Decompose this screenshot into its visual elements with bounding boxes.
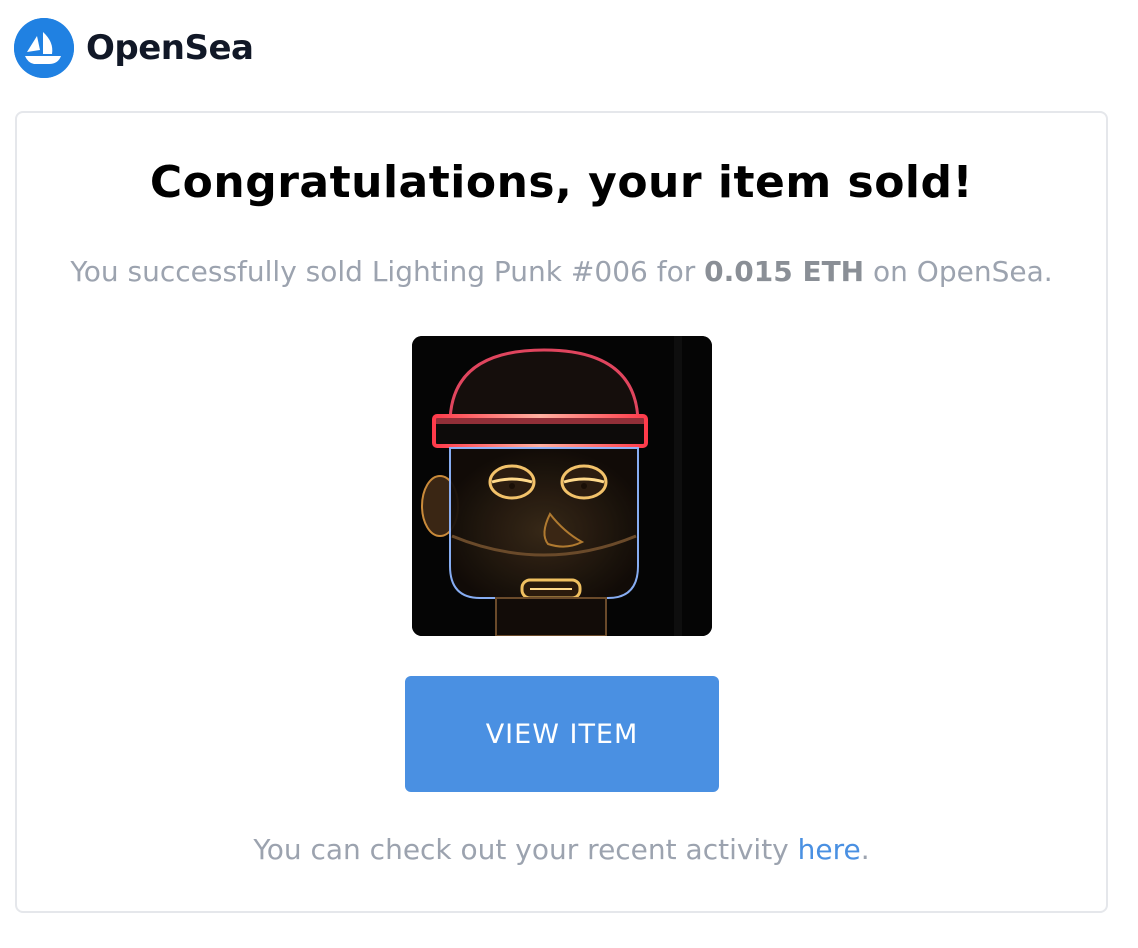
notification-card: Congratulations, your item sold! You suc… <box>15 111 1108 913</box>
footer-prefix: You can check out your recent activity <box>253 833 798 866</box>
opensea-ship-icon <box>14 18 74 78</box>
summary-prefix: You successfully sold Lighting Punk #006… <box>70 255 705 288</box>
view-item-button[interactable]: VIEW ITEM <box>405 676 719 792</box>
sale-summary: You successfully sold Lighting Punk #006… <box>17 255 1106 288</box>
activity-footer: You can check out your recent activity h… <box>17 833 1106 866</box>
footer-suffix: . <box>860 833 870 866</box>
recent-activity-link[interactable]: here <box>798 833 861 866</box>
email-header: OpenSea <box>14 18 254 78</box>
nft-neon-punk-image <box>412 336 712 636</box>
sale-price: 0.015 ETH <box>704 255 865 288</box>
headline: Congratulations, your item sold! <box>149 157 974 208</box>
brand-name: OpenSea <box>86 28 254 68</box>
summary-suffix: on OpenSea. <box>864 255 1053 288</box>
